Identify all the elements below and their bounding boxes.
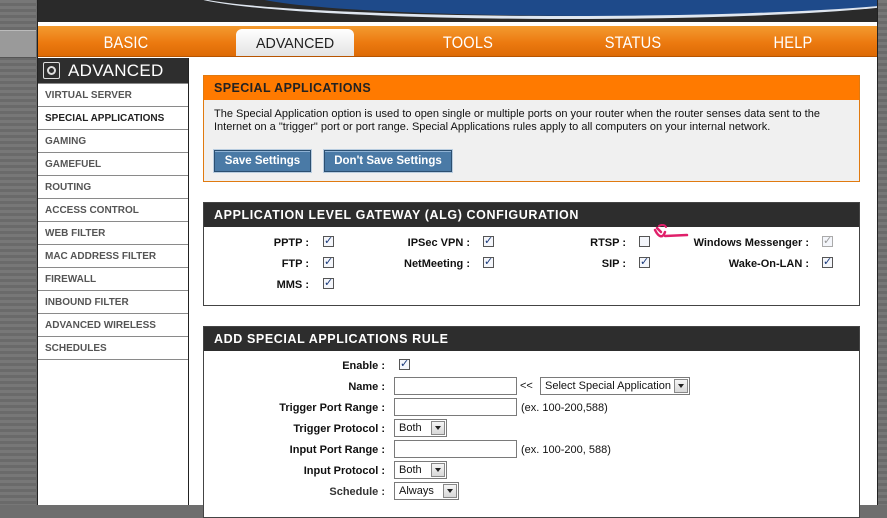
tab-tools[interactable]: TOOLS (434, 26, 503, 56)
alg-panel: APPLICATION LEVEL GATEWAY (ALG) CONFIGUR… (203, 202, 860, 306)
name-label: Name : (348, 381, 385, 393)
enable-label: Enable : (342, 360, 385, 372)
pptp-checkbox[interactable] (323, 234, 334, 247)
save-settings-button[interactable]: Save Settings (213, 149, 312, 173)
frame-tab-piece (0, 30, 36, 58)
sip-label: SIP : (601, 258, 626, 270)
wake-on-lan-label: Wake-On-LAN : (728, 258, 809, 270)
ipsec-vpn-checkbox[interactable] (483, 234, 494, 247)
input-protocol-value: Both (399, 464, 422, 476)
sidebar-item-routing[interactable]: ROUTING (38, 176, 188, 199)
sidebar-item-schedules[interactable]: SCHEDULES (38, 337, 188, 360)
dont-save-settings-button[interactable]: Don't Save Settings (323, 149, 453, 173)
sidebar: ADVANCED VIRTUAL SERVER SPECIAL APPLICAT… (38, 58, 189, 505)
add-rule-panel: ADD SPECIAL APPLICATIONS RULE Enable : N… (203, 326, 860, 518)
enable-checkbox[interactable] (399, 357, 410, 370)
sidebar-item-special-applications[interactable]: SPECIAL APPLICATIONS (38, 107, 188, 130)
windows-messenger-label: Windows Messenger : (693, 237, 809, 249)
tab-advanced[interactable]: ADVANCED (236, 29, 354, 56)
schedule-select[interactable]: Always (394, 482, 459, 500)
top-nav: BASIC ADVANCED TOOLS STATUS HELP (38, 26, 877, 57)
banner-swoosh-line (188, 0, 877, 19)
sidebar-header: ADVANCED (38, 58, 188, 83)
trigger-port-range-label: Trigger Port Range : (279, 402, 385, 414)
chevron-down-icon (431, 463, 445, 477)
netmeeting-label: NetMeeting : (404, 258, 470, 270)
mms-checkbox[interactable] (323, 276, 334, 289)
trigger-protocol-label: Trigger Protocol : (293, 423, 385, 435)
rtsp-label: RTSP : (590, 237, 626, 249)
alg-title: APPLICATION LEVEL GATEWAY (ALG) CONFIGUR… (204, 203, 859, 227)
schedule-label: Schedule : (329, 486, 385, 498)
tab-help[interactable]: HELP (759, 26, 828, 56)
input-protocol-label: Input Protocol : (303, 465, 385, 477)
ftp-checkbox[interactable] (323, 255, 334, 268)
sip-checkbox[interactable] (639, 255, 650, 268)
netmeeting-checkbox[interactable] (483, 255, 494, 268)
sidebar-item-firewall[interactable]: FIREWALL (38, 268, 188, 291)
chevron-down-icon (431, 421, 445, 435)
rtsp-checkbox[interactable] (639, 236, 650, 247)
input-port-range-hint: (ex. 100-200, 588) (521, 444, 611, 456)
special-applications-description: The Special Application option is used t… (214, 108, 820, 133)
name-arrow: << (520, 380, 533, 392)
trigger-port-range-input[interactable] (394, 398, 517, 416)
sidebar-item-gaming[interactable]: GAMING (38, 130, 188, 153)
mms-label: MMS : (276, 279, 309, 291)
tab-advanced-label: ADVANCED (255, 35, 335, 52)
special-applications-title: SPECIAL APPLICATIONS (204, 76, 859, 100)
sidebar-item-mac-address-filter[interactable]: MAC ADDRESS FILTER (38, 245, 188, 268)
input-port-range-label: Input Port Range : (289, 444, 385, 456)
sidebar-item-virtual-server[interactable]: VIRTUAL SERVER (38, 83, 188, 107)
special-application-select-value: Select Special Application (545, 380, 671, 392)
input-port-range-input[interactable] (394, 440, 517, 458)
input-protocol-select[interactable]: Both (394, 461, 447, 479)
sidebar-item-access-control[interactable]: ACCESS CONTROL (38, 199, 188, 222)
chevron-down-icon (443, 484, 457, 498)
ftp-label: FTP : (281, 258, 309, 270)
annotation-mark (653, 224, 689, 238)
tab-status[interactable]: STATUS (599, 26, 668, 56)
add-rule-title: ADD SPECIAL APPLICATIONS RULE (204, 327, 859, 351)
tab-basic[interactable]: BASIC (92, 26, 161, 56)
trigger-port-range-hint: (ex. 100-200,588) (521, 402, 608, 414)
sidebar-item-inbound-filter[interactable]: INBOUND FILTER (38, 291, 188, 314)
top-banner (38, 0, 877, 22)
sidebar-item-advanced-wireless[interactable]: ADVANCED WIRELESS (38, 314, 188, 337)
ipsec-vpn-label: IPSec VPN : (407, 237, 470, 249)
name-input[interactable] (394, 377, 517, 395)
special-applications-panel: SPECIAL APPLICATIONS The Special Applica… (203, 75, 860, 182)
schedule-value: Always (399, 485, 434, 497)
chevron-down-icon (674, 379, 688, 393)
gear-icon (43, 62, 60, 79)
windows-messenger-checkbox[interactable] (822, 234, 833, 247)
left-frame-edge (0, 0, 36, 505)
wake-on-lan-checkbox[interactable] (822, 255, 833, 268)
trigger-protocol-value: Both (399, 422, 422, 434)
trigger-protocol-select[interactable]: Both (394, 419, 447, 437)
router-page: BASIC ADVANCED TOOLS STATUS HELP ADVANCE… (37, 0, 878, 518)
sidebar-item-gamefuel[interactable]: GAMEFUEL (38, 153, 188, 176)
special-application-select[interactable]: Select Special Application (540, 377, 690, 395)
sidebar-item-web-filter[interactable]: WEB FILTER (38, 222, 188, 245)
sidebar-title: ADVANCED (68, 61, 164, 80)
pptp-label: PPTP : (273, 237, 309, 249)
